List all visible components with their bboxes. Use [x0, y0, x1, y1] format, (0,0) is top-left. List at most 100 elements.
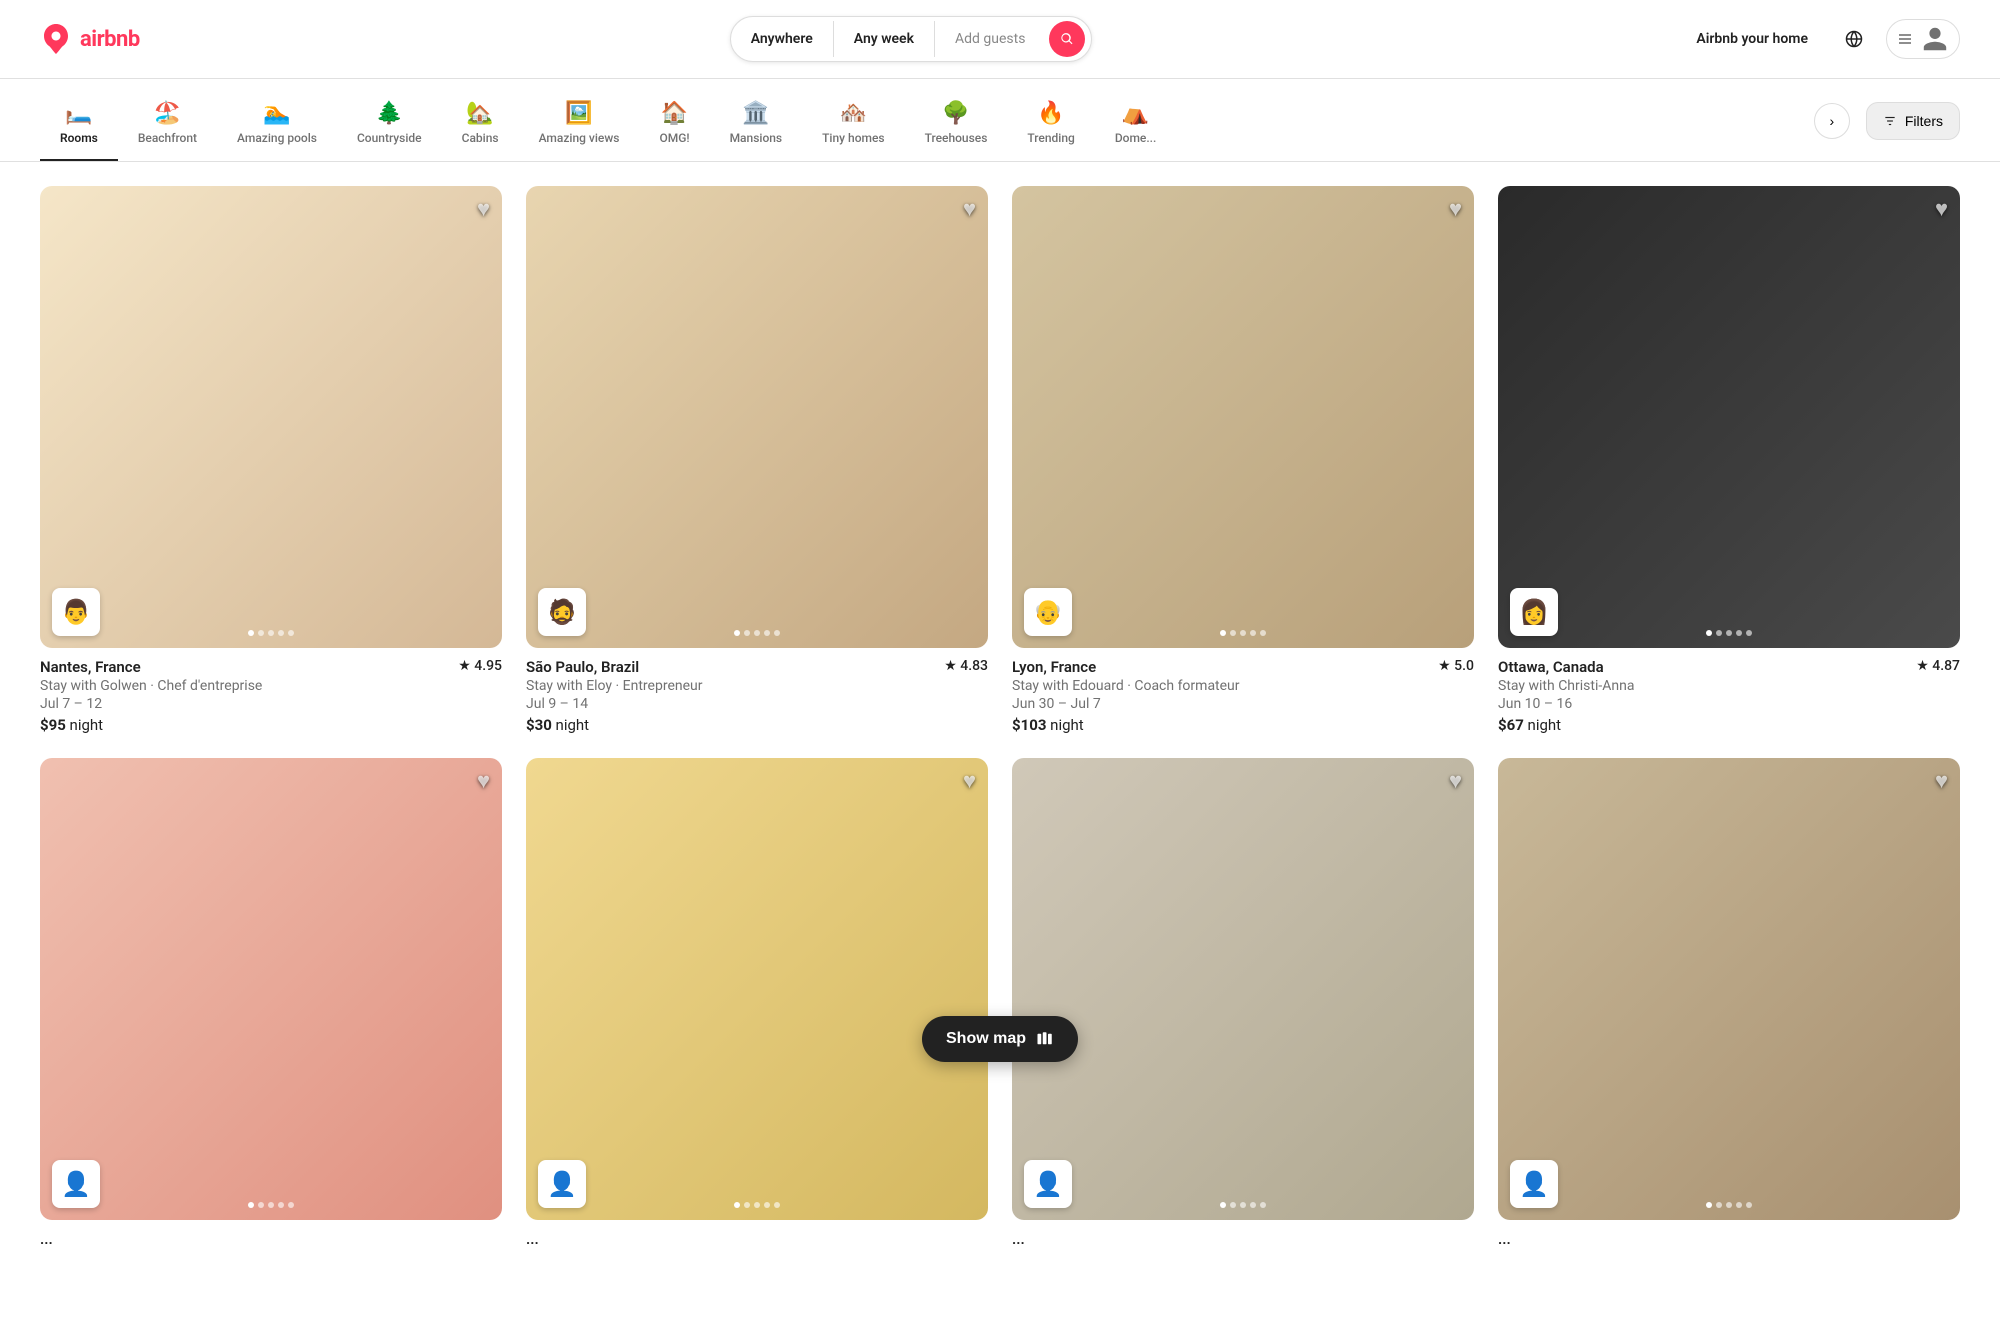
- category-label-tiny-homes: Tiny homes: [822, 131, 884, 145]
- category-item-tiny-homes[interactable]: 🏘️ Tiny homes: [802, 95, 904, 161]
- rooms-icon: 🛏️: [65, 103, 92, 125]
- image-dot-3: [278, 630, 284, 636]
- category-label-cabins: Cabins: [462, 131, 499, 145]
- listing-card-4[interactable]: ♥ 👩 Ottawa, Canada ★ 4.87 Stay with Chri…: [1498, 186, 1960, 734]
- category-item-mansions[interactable]: 🏛️ Mansions: [710, 95, 803, 161]
- wishlist-button-7[interactable]: ♥: [1449, 770, 1462, 792]
- listing-image-wrap-8: ♥ 👤: [1498, 758, 1960, 1220]
- logo[interactable]: airbnb: [40, 23, 140, 55]
- image-dot-4: [288, 1202, 294, 1208]
- wishlist-button-1[interactable]: ♥: [477, 198, 490, 220]
- listing-dates-2: Jul 9 – 14: [526, 696, 988, 712]
- wishlist-button-3[interactable]: ♥: [1449, 198, 1462, 220]
- image-dots-7: [1220, 1202, 1266, 1208]
- listing-host-desc-4: Stay with Christi-Anna: [1498, 678, 1960, 694]
- listing-card-6[interactable]: ♥ 👤 ...: [526, 758, 988, 1250]
- search-bar[interactable]: Anywhere Any week Add guests: [730, 16, 1093, 62]
- category-item-beachfront[interactable]: 🏖️ Beachfront: [118, 95, 217, 161]
- image-dot-2: [1240, 1202, 1246, 1208]
- search-button[interactable]: [1049, 21, 1085, 57]
- image-dot-3: [1736, 1202, 1742, 1208]
- image-dot-2: [268, 1202, 274, 1208]
- listing-card-7[interactable]: ♥ 👤 ...: [1012, 758, 1474, 1250]
- listing-dates-3: Jun 30 – Jul 7: [1012, 696, 1474, 712]
- image-dot-0: [1706, 1202, 1712, 1208]
- category-label-amazing-views: Amazing views: [539, 131, 620, 145]
- image-dot-3: [1736, 630, 1742, 636]
- search-add-guests[interactable]: Add guests: [935, 21, 1045, 57]
- host-avatar-7: 👤: [1024, 1160, 1072, 1208]
- treehouses-icon: 🌳: [942, 103, 969, 125]
- host-avatar-8: 👤: [1510, 1160, 1558, 1208]
- category-item-trending[interactable]: 🔥 Trending: [1007, 95, 1094, 161]
- listing-card-2[interactable]: ♥ 🧔 São Paulo, Brazil ★ 4.83 Stay with E…: [526, 186, 988, 734]
- category-item-amazing-views[interactable]: 🖼️ Amazing views: [519, 95, 640, 161]
- category-item-amazing-pools[interactable]: 🏊 Amazing pools: [217, 95, 337, 161]
- category-label-rooms: Rooms: [60, 131, 98, 145]
- listing-card-8[interactable]: ♥ 👤 ...: [1498, 758, 1960, 1250]
- image-dot-4: [1746, 1202, 1752, 1208]
- globe-icon[interactable]: [1834, 19, 1874, 59]
- listing-host-desc-3: Stay with Edouard · Coach formateur: [1012, 678, 1474, 694]
- filters-label: Filters: [1905, 113, 1943, 129]
- image-dot-0: [734, 630, 740, 636]
- listing-dates-4: Jun 10 – 16: [1498, 696, 1960, 712]
- image-dot-2: [754, 1202, 760, 1208]
- category-label-countryside: Countryside: [357, 131, 422, 145]
- show-map-wrap: Show map: [922, 1016, 1078, 1062]
- main-content: ♥ 👨 Nantes, France ★ 4.95 Stay with Golw…: [0, 162, 2000, 1330]
- listing-card-3[interactable]: ♥ 👴 Lyon, France ★ 5.0 Stay with Edouard…: [1012, 186, 1474, 734]
- category-item-cabins[interactable]: 🏡 Cabins: [442, 95, 519, 161]
- wishlist-button-6[interactable]: ♥: [963, 770, 976, 792]
- category-item-rooms[interactable]: 🛏️ Rooms: [40, 95, 118, 161]
- listing-location-7: ...: [1012, 1230, 1025, 1248]
- image-dot-0: [734, 1202, 740, 1208]
- category-item-treehouses[interactable]: 🌳 Treehouses: [905, 95, 1008, 161]
- listing-host-desc-1: Stay with Golwen · Chef d'entreprise: [40, 678, 502, 694]
- category-next-button[interactable]: ›: [1814, 103, 1850, 139]
- search-anywhere[interactable]: Anywhere: [731, 21, 834, 57]
- category-item-domes[interactable]: ⛺ Dome...: [1095, 95, 1177, 161]
- image-dots-6: [734, 1202, 780, 1208]
- listing-card-1[interactable]: ♥ 👨 Nantes, France ★ 4.95 Stay with Golw…: [40, 186, 502, 734]
- listing-rating-wrap-4: ★ 4.87: [1916, 658, 1960, 674]
- category-label-omg: OMG!: [659, 131, 689, 145]
- image-dot-4: [1260, 1202, 1266, 1208]
- wishlist-button-8[interactable]: ♥: [1935, 770, 1948, 792]
- category-label-treehouses: Treehouses: [925, 131, 988, 145]
- image-dot-3: [764, 630, 770, 636]
- category-item-omg[interactable]: 🏠 OMG!: [639, 95, 709, 161]
- listing-info-5: ...: [40, 1230, 502, 1248]
- show-map-label: Show map: [946, 1030, 1026, 1048]
- image-dot-0: [248, 630, 254, 636]
- image-dot-2: [1726, 1202, 1732, 1208]
- listing-info-7: ...: [1012, 1230, 1474, 1248]
- show-map-button[interactable]: Show map: [922, 1016, 1078, 1062]
- listing-rating-1: ★ 4.95: [458, 658, 502, 674]
- listing-info-1: Nantes, France ★ 4.95: [40, 658, 502, 676]
- listing-info-4: Ottawa, Canada ★ 4.87: [1498, 658, 1960, 676]
- host-avatar-2: 🧔: [538, 588, 586, 636]
- listing-price-4: $67 night: [1498, 716, 1960, 734]
- listing-location-5: ...: [40, 1230, 53, 1248]
- listings-grid: ♥ 👨 Nantes, France ★ 4.95 Stay with Golw…: [40, 186, 1960, 1250]
- amazing-views-icon: 🖼️: [565, 103, 592, 125]
- airbnb-your-home-button[interactable]: Airbnb your home: [1682, 21, 1822, 57]
- listing-rating-wrap-1: ★ 4.95: [458, 658, 502, 674]
- search-any-week[interactable]: Any week: [834, 21, 935, 57]
- category-item-countryside[interactable]: 🌲 Countryside: [337, 95, 442, 161]
- filters-button[interactable]: Filters: [1866, 102, 1960, 140]
- listing-price-3: $103 night: [1012, 716, 1474, 734]
- cabins-icon: 🏡: [466, 103, 493, 125]
- category-items: 🛏️ Rooms 🏖️ Beachfront 🏊 Amazing pools 🌲…: [40, 95, 1814, 161]
- wishlist-button-4[interactable]: ♥: [1935, 198, 1948, 220]
- image-dot-0: [1220, 1202, 1226, 1208]
- wishlist-button-5[interactable]: ♥: [477, 770, 490, 792]
- listing-card-5[interactable]: ♥ 👤 ...: [40, 758, 502, 1250]
- mansions-icon: 🏛️: [742, 103, 769, 125]
- user-menu-button[interactable]: [1886, 19, 1960, 59]
- wishlist-button-2[interactable]: ♥: [963, 198, 976, 220]
- category-label-beachfront: Beachfront: [138, 131, 197, 145]
- image-dot-3: [764, 1202, 770, 1208]
- trending-icon: 🔥: [1037, 103, 1064, 125]
